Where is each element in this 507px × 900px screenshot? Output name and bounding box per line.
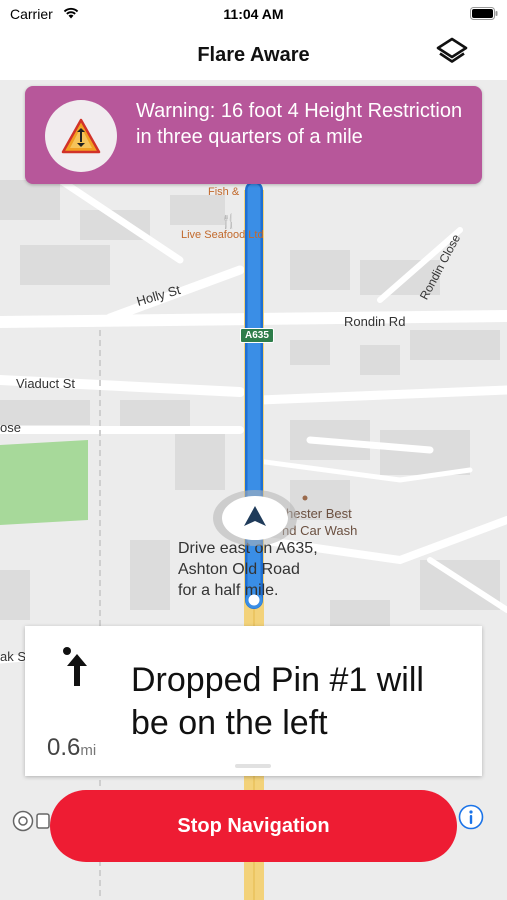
svg-text:🍴: 🍴 [220, 213, 237, 230]
card-grabber-handle[interactable] [235, 764, 271, 768]
road-shield-a635: A635 [240, 328, 274, 343]
street-label-rondin-rd: Rondin Rd [344, 314, 406, 329]
poi-label-fish: Fish & [208, 186, 240, 198]
battery-icon [470, 7, 498, 25]
distance-unit: mi [80, 742, 97, 759]
stop-navigation-label: Stop Navigation [177, 814, 330, 837]
height-restriction-sign-icon [61, 118, 101, 154]
status-bar: Carrier 11:04 AM [0, 0, 507, 30]
route-instruction-line2: Ashton Old Road [178, 561, 300, 578]
distance-value: 0.6 [47, 734, 81, 761]
navigation-bar: Flare Aware [0, 30, 507, 80]
layers-icon [436, 37, 468, 63]
status-time: 11:04 AM [223, 6, 284, 22]
route-instruction-line3: for a half mile. [178, 582, 279, 599]
info-icon[interactable] [458, 804, 484, 830]
layers-button[interactable] [430, 32, 474, 74]
straight-arrow-with-pin-icon [63, 647, 87, 686]
map-view[interactable]: 🍴 Holly St Rondin Rd Rondin Close Viaduc… [0, 80, 507, 900]
legal-icon[interactable] [36, 810, 50, 832]
user-location-puck [211, 488, 299, 548]
instruction-text: Dropped Pin #1 will be on the left [131, 661, 424, 742]
maps-logo-icon[interactable] [12, 810, 34, 832]
warning-text: Warning: 16 foot 4 Height Restriction in… [136, 100, 463, 148]
turn-instruction-card[interactable]: 0.6mi Dropped Pin #1 will be on the left [25, 626, 482, 776]
street-label-viaduct-st: Viaduct St [16, 376, 76, 391]
poi-label-live-seafood: Live Seafood Ltd [181, 229, 264, 241]
distance-readout: 0.6mi [47, 734, 96, 762]
street-label-ose: ose [0, 420, 21, 435]
warning-badge [45, 100, 117, 172]
stop-navigation-button[interactable]: Stop Navigation [50, 790, 457, 862]
warning-banner[interactable]: Warning: 16 foot 4 Height Restriction in… [25, 86, 482, 184]
